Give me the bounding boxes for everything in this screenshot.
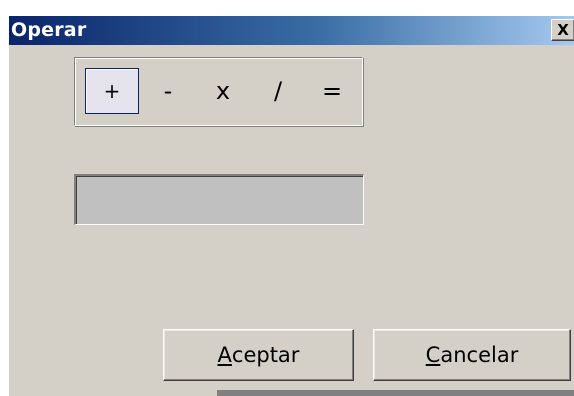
operator-divide-label: /: [273, 77, 283, 105]
operator-plus-label: +: [103, 79, 121, 103]
title-bar[interactable]: Operar X: [9, 16, 574, 45]
operator-divide-button[interactable]: /: [251, 68, 305, 114]
cancel-label: ancelar: [440, 343, 519, 367]
operator-equals-label: =: [321, 77, 343, 105]
result-field[interactable]: [74, 174, 364, 225]
cancel-mnemonic: C: [425, 343, 441, 367]
accept-label: ceptar: [231, 343, 300, 367]
window-title: Operar: [11, 19, 87, 41]
accept-mnemonic: A: [217, 343, 232, 367]
operator-minus-button[interactable]: -: [141, 68, 195, 114]
operator-multiply-label: x: [215, 77, 231, 105]
operator-minus-label: -: [163, 77, 173, 105]
operar-dialog: Operar X + - x / = Aceptar Cancelar: [8, 16, 574, 396]
close-icon: X: [557, 21, 569, 39]
operator-group: + - x / =: [74, 57, 363, 126]
close-button[interactable]: X: [551, 19, 574, 41]
operator-plus-button[interactable]: +: [85, 68, 139, 114]
accept-button[interactable]: Aceptar: [163, 329, 354, 381]
operator-equals-button[interactable]: =: [305, 68, 359, 114]
cancel-button[interactable]: Cancelar: [373, 329, 571, 381]
operator-multiply-button[interactable]: x: [196, 68, 250, 114]
bottom-edge-strip: [217, 390, 574, 396]
